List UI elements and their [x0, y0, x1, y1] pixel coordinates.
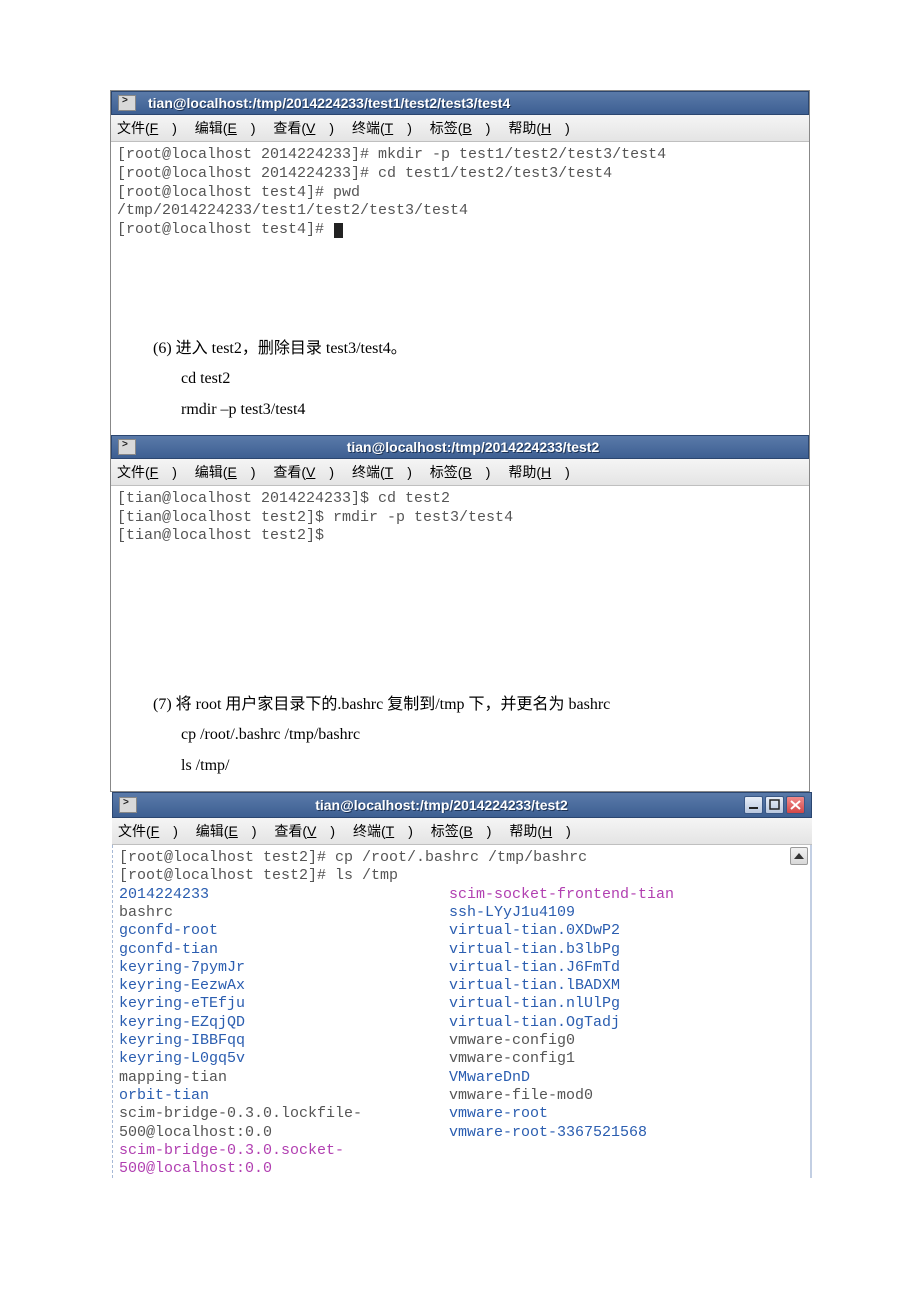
ls-entry: scim-bridge-0.3.0.socket-500@localhost:0…	[119, 1142, 449, 1179]
ls-entry: virtual-tian.lBADXM	[449, 977, 674, 995]
terminal-line: [root@localhost test4]# pwd	[117, 184, 803, 203]
ls-output: 2014224233bashrcgconfd-rootgconfd-tianke…	[119, 886, 804, 1179]
ls-entry: bashrc	[119, 904, 449, 922]
terminal-line: [tian@localhost test2]$ rmdir -p test3/t…	[117, 509, 803, 528]
titlebar[interactable]: tian@localhost:/tmp/2014224233/test2	[111, 435, 809, 459]
ls-entry: VMwareDnD	[449, 1069, 674, 1087]
terminal-line: /tmp/2014224233/test1/test2/test3/test4	[117, 202, 803, 221]
menubar: 文件(F) 编辑(E) 查看(V) 终端(T) 标签(B) 帮助(H)	[112, 818, 812, 845]
menu-tabs[interactable]: 标签(B)	[430, 120, 491, 136]
menu-terminal[interactable]: 终端(T)	[352, 120, 412, 136]
menubar: 文件(F) 编辑(E) 查看(V) 终端(T) 标签(B) 帮助(H)	[111, 115, 809, 142]
titlebar[interactable]: tian@localhost:/tmp/2014224233/test1/tes…	[111, 91, 809, 115]
step-7-title: (7) 将 root 用户家目录下的.bashrc 复制到/tmp 下，并更名为…	[141, 690, 779, 720]
ls-entry: keyring-IBBFqq	[119, 1032, 449, 1050]
menu-file[interactable]: 文件(F)	[117, 120, 177, 136]
ls-entry: vmware-file-mod0	[449, 1087, 674, 1105]
menu-view[interactable]: 查看(V)	[273, 464, 334, 480]
terminal-line: [root@localhost test2]# cp /root/.bashrc…	[119, 849, 804, 867]
ls-entry: keyring-7pymJr	[119, 959, 449, 977]
ls-entry: gconfd-root	[119, 922, 449, 940]
terminal-icon	[118, 439, 136, 455]
window-title: tian@localhost:/tmp/2014224233/test2	[144, 439, 802, 455]
terminal-line: [root@localhost test4]#	[117, 221, 803, 240]
minimize-button[interactable]	[744, 796, 763, 814]
terminal-window-3: tian@localhost:/tmp/2014224233/test2 文件(…	[112, 792, 812, 1178]
terminal-line: [tian@localhost test2]$	[117, 527, 803, 546]
window-title: tian@localhost:/tmp/2014224233/test2	[145, 797, 738, 813]
ls-entry: scim-socket-frontend-tian	[449, 886, 674, 904]
ls-entry: scim-bridge-0.3.0.lockfile-500@localhost…	[119, 1105, 449, 1142]
step-7-cmd2: ls /tmp/	[141, 751, 779, 781]
menu-help[interactable]: 帮助(H)	[508, 120, 569, 136]
ls-entry: virtual-tian.nlUlPg	[449, 995, 674, 1013]
window-controls	[744, 796, 805, 814]
step-6-cmd2: rmdir –p test3/test4	[141, 395, 779, 425]
ls-entry: keyring-EZqjQD	[119, 1014, 449, 1032]
ls-entry: vmware-config1	[449, 1050, 674, 1068]
menubar: 文件(F) 编辑(E) 查看(V) 终端(T) 标签(B) 帮助(H)	[111, 459, 809, 486]
ls-entry: virtual-tian.J6FmTd	[449, 959, 674, 977]
menu-edit[interactable]: 编辑(E)	[195, 120, 256, 136]
ls-entry: virtual-tian.b3lbPg	[449, 941, 674, 959]
terminal-line: [root@localhost 2014224233]# mkdir -p te…	[117, 146, 803, 165]
ls-entry: 2014224233	[119, 886, 449, 904]
ls-entry: keyring-L0gq5v	[119, 1050, 449, 1068]
step-6-cmd1: cd test2	[141, 364, 779, 394]
maximize-button[interactable]	[765, 796, 784, 814]
terminal-line: [root@localhost 2014224233]# cd test1/te…	[117, 165, 803, 184]
window-title: tian@localhost:/tmp/2014224233/test1/tes…	[144, 95, 802, 111]
ls-entry: vmware-config0	[449, 1032, 674, 1050]
cursor	[334, 223, 343, 238]
terminal-content[interactable]: [root@localhost test2]# cp /root/.bashrc…	[112, 845, 812, 1178]
menu-tabs[interactable]: 标签(B)	[430, 464, 491, 480]
ls-entry: virtual-tian.0XDwP2	[449, 922, 674, 940]
ls-entry: keyring-eTEfju	[119, 995, 449, 1013]
terminal-content[interactable]: [tian@localhost 2014224233]$ cd test2[ti…	[111, 486, 809, 674]
menu-file[interactable]: 文件(F)	[118, 823, 178, 839]
menu-view[interactable]: 查看(V)	[274, 823, 335, 839]
terminal-line: [root@localhost test2]# ls /tmp	[119, 867, 804, 885]
ls-entry: gconfd-tian	[119, 941, 449, 959]
menu-edit[interactable]: 编辑(E)	[196, 823, 257, 839]
menu-file[interactable]: 文件(F)	[117, 464, 177, 480]
terminal-icon	[119, 797, 137, 813]
ls-entry: orbit-tian	[119, 1087, 449, 1105]
menu-view[interactable]: 查看(V)	[273, 120, 334, 136]
ls-entry: vmware-root-3367521568	[449, 1124, 674, 1142]
terminal-window-2: tian@localhost:/tmp/2014224233/test2 文件(…	[111, 435, 809, 674]
step-6-title: (6) 进入 test2，删除目录 test3/test4。	[141, 334, 779, 364]
doc-section-6: (6) 进入 test2，删除目录 test3/test4。 cd test2 …	[111, 244, 809, 435]
scroll-up-button[interactable]	[790, 847, 808, 865]
ls-entry: keyring-EezwAx	[119, 977, 449, 995]
ls-entry: virtual-tian.OgTadj	[449, 1014, 674, 1032]
terminal-line: [tian@localhost 2014224233]$ cd test2	[117, 490, 803, 509]
ls-entry: mapping-tian	[119, 1069, 449, 1087]
ls-entry: ssh-LYyJ1u4109	[449, 904, 674, 922]
step-7-cmd1: cp /root/.bashrc /tmp/bashrc	[141, 720, 779, 750]
terminal-icon	[118, 95, 136, 111]
menu-tabs[interactable]: 标签(B)	[431, 823, 492, 839]
close-button[interactable]	[786, 796, 805, 814]
menu-edit[interactable]: 编辑(E)	[195, 464, 256, 480]
menu-help[interactable]: 帮助(H)	[509, 823, 570, 839]
ls-entry: vmware-root	[449, 1105, 674, 1123]
menu-terminal[interactable]: 终端(T)	[353, 823, 413, 839]
titlebar[interactable]: tian@localhost:/tmp/2014224233/test2	[112, 792, 812, 818]
terminal-window-1: tian@localhost:/tmp/2014224233/test1/tes…	[111, 91, 809, 244]
terminal-content[interactable]: [root@localhost 2014224233]# mkdir -p te…	[111, 142, 809, 244]
menu-help[interactable]: 帮助(H)	[508, 464, 569, 480]
menu-terminal[interactable]: 终端(T)	[352, 464, 412, 480]
doc-section-7: (7) 将 root 用户家目录下的.bashrc 复制到/tmp 下，并更名为…	[111, 674, 809, 791]
